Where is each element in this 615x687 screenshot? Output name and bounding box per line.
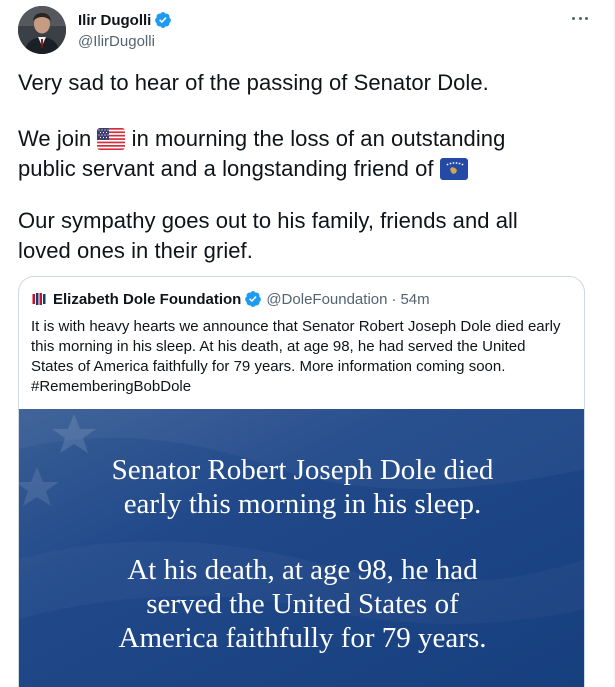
more-horizontal-icon[interactable] bbox=[568, 10, 592, 26]
tweet-paragraph-3: Our sympathy goes out to his family, fri… bbox=[18, 206, 588, 266]
author-avatar[interactable] bbox=[18, 6, 66, 54]
media-text-block-1: Senator Robert Joseph Dole died early th… bbox=[19, 453, 584, 521]
quoted-author-handle: @DoleFoundation bbox=[266, 290, 388, 308]
tweet-card: Ilir Dugolli @IlirDugolli Very sad to he… bbox=[0, 0, 615, 687]
tweet-text-line-2b: in mourning the loss of an outstanding bbox=[131, 126, 506, 151]
media-text-line: served the United States of bbox=[146, 588, 459, 620]
tweet-text-line-4: Our sympathy goes out to his family, fri… bbox=[18, 208, 518, 233]
quoted-tweet[interactable]: Elizabeth Dole Foundation @DoleFoundatio… bbox=[18, 276, 585, 687]
quoted-text-line: States of America faithfully for 79 year… bbox=[31, 358, 506, 375]
media-text-block-2: At his death, at age 98, he had served t… bbox=[19, 553, 584, 655]
tweet-header: Ilir Dugolli @IlirDugolli bbox=[18, 6, 598, 58]
quoted-author-name: Elizabeth Dole Foundation bbox=[53, 290, 242, 308]
quoted-text-line: this morning in his sleep. At his death,… bbox=[31, 338, 526, 355]
media-text-line: early this morning in his sleep. bbox=[123, 488, 482, 520]
quoted-tweet-media-image[interactable]: Senator Robert Joseph Dole died early th… bbox=[19, 409, 584, 687]
tweet-text-line-5: loved ones in their grief. bbox=[18, 238, 253, 263]
quoted-text-line: It is with heavy hearts we announce that… bbox=[31, 318, 561, 335]
quoted-tweet-text: It is with heavy hearts we announce that… bbox=[31, 317, 571, 397]
quoted-text-line: #RememberingBobDole bbox=[31, 378, 192, 395]
quoted-timestamp: 54m bbox=[400, 290, 430, 308]
quoted-separator: · bbox=[391, 290, 397, 308]
quoted-verified-badge-icon bbox=[244, 290, 262, 308]
media-text-line: America faithfully for 79 years. bbox=[118, 622, 487, 654]
tweet-text-line-1: Very sad to hear of the passing of Senat… bbox=[18, 70, 489, 95]
media-text-line: At his death, at age 98, he had bbox=[127, 554, 478, 586]
tweet-text-line-2a: We join bbox=[18, 126, 92, 151]
media-text-line: Senator Robert Joseph Dole died bbox=[111, 454, 494, 486]
verified-badge-icon bbox=[154, 11, 172, 29]
us-flag-icon bbox=[97, 128, 126, 150]
tweet-text-line-3: public servant and a longstanding friend… bbox=[18, 156, 434, 181]
quoted-tweet-header: Elizabeth Dole Foundation @DoleFoundatio… bbox=[31, 289, 430, 309]
tweet-paragraph-2: We join in mourning the loss of an outst… bbox=[18, 124, 588, 184]
author-name[interactable]: Ilir Dugolli bbox=[78, 12, 151, 29]
author-handle[interactable]: @IlirDugolli bbox=[78, 33, 172, 50]
dole-foundation-logo-icon bbox=[31, 291, 47, 307]
kosovo-flag-icon bbox=[439, 158, 468, 180]
